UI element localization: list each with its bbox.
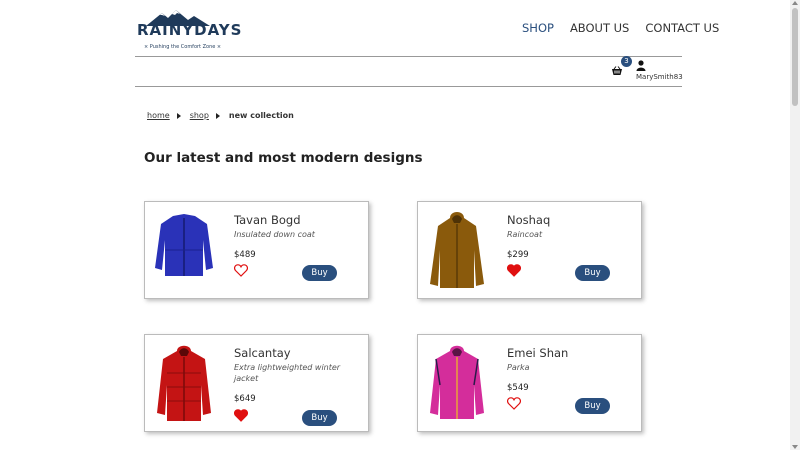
product-name: Emei Shan bbox=[507, 346, 569, 360]
product-name: Tavan Bogd bbox=[234, 213, 301, 227]
cart-count-badge: 3 bbox=[621, 56, 632, 67]
buy-button[interactable]: Buy bbox=[302, 410, 337, 426]
product-description: Extra lightweighted winter jacket bbox=[234, 363, 341, 383]
product-image bbox=[157, 345, 211, 421]
scroll-up-icon[interactable] bbox=[792, 1, 798, 5]
product-price: $489 bbox=[234, 250, 256, 260]
page-heading: Our latest and most modern designs bbox=[144, 150, 423, 166]
caret-right-icon bbox=[176, 112, 181, 119]
product-card[interactable]: Emei Shan Parka $549 Buy bbox=[417, 334, 642, 432]
scroll-down-icon[interactable] bbox=[792, 445, 798, 449]
user-name: MarySmith83 bbox=[636, 73, 683, 81]
product-card[interactable]: Noshaq Raincoat $299 Buy bbox=[417, 201, 642, 299]
breadcrumb-current: new collection bbox=[228, 111, 294, 120]
brand-name: RAINYDAYS bbox=[137, 21, 243, 39]
main-nav: SHOP ABOUT US CONTACT US bbox=[522, 21, 719, 35]
product-image bbox=[155, 214, 213, 276]
caret-right-icon bbox=[215, 112, 220, 119]
product-price: $299 bbox=[507, 250, 529, 260]
buy-button[interactable]: Buy bbox=[302, 265, 337, 281]
buy-button[interactable]: Buy bbox=[575, 265, 610, 281]
product-card[interactable]: Tavan Bogd Insulated down coat $489 Buy bbox=[144, 201, 369, 299]
user-icon bbox=[636, 60, 646, 71]
page-scrollbar[interactable] bbox=[790, 0, 800, 450]
product-name: Salcantay bbox=[234, 346, 291, 360]
product-description: Raincoat bbox=[507, 230, 543, 239]
product-description: Parka bbox=[507, 363, 530, 372]
cart-button[interactable]: 3 bbox=[611, 56, 633, 75]
breadcrumb-shop[interactable]: shop bbox=[190, 111, 209, 120]
product-description: Insulated down coat bbox=[234, 230, 315, 239]
product-price: $549 bbox=[507, 383, 529, 393]
header-divider bbox=[135, 56, 682, 57]
product-image bbox=[430, 345, 484, 419]
heart-filled-icon[interactable] bbox=[507, 264, 521, 277]
brand-logo[interactable]: RAINYDAYS ⨯ Pushing the Comfort Zone ⨯ bbox=[136, 9, 241, 53]
toolbar-divider bbox=[135, 86, 682, 87]
buy-button[interactable]: Buy bbox=[575, 398, 610, 414]
heart-outline-icon[interactable] bbox=[234, 264, 248, 277]
user-account[interactable]: MarySmith83 bbox=[634, 60, 683, 84]
product-name: Noshaq bbox=[507, 213, 551, 227]
product-image bbox=[430, 212, 484, 288]
product-card[interactable]: Salcantay Extra lightweighted winter jac… bbox=[144, 334, 369, 432]
heart-filled-icon[interactable] bbox=[234, 409, 248, 422]
brand-tagline: ⨯ Pushing the Comfort Zone ⨯ bbox=[144, 44, 222, 50]
nav-contact-us[interactable]: CONTACT US bbox=[645, 21, 719, 35]
nav-shop[interactable]: SHOP bbox=[522, 21, 554, 35]
basket-icon bbox=[612, 66, 622, 75]
breadcrumb: home shop new collection bbox=[147, 111, 294, 120]
nav-about-us[interactable]: ABOUT US bbox=[570, 21, 629, 35]
breadcrumb-home[interactable]: home bbox=[147, 111, 170, 120]
scrollbar-thumb[interactable] bbox=[792, 8, 798, 106]
product-price: $649 bbox=[234, 394, 256, 404]
heart-outline-icon[interactable] bbox=[507, 397, 521, 410]
